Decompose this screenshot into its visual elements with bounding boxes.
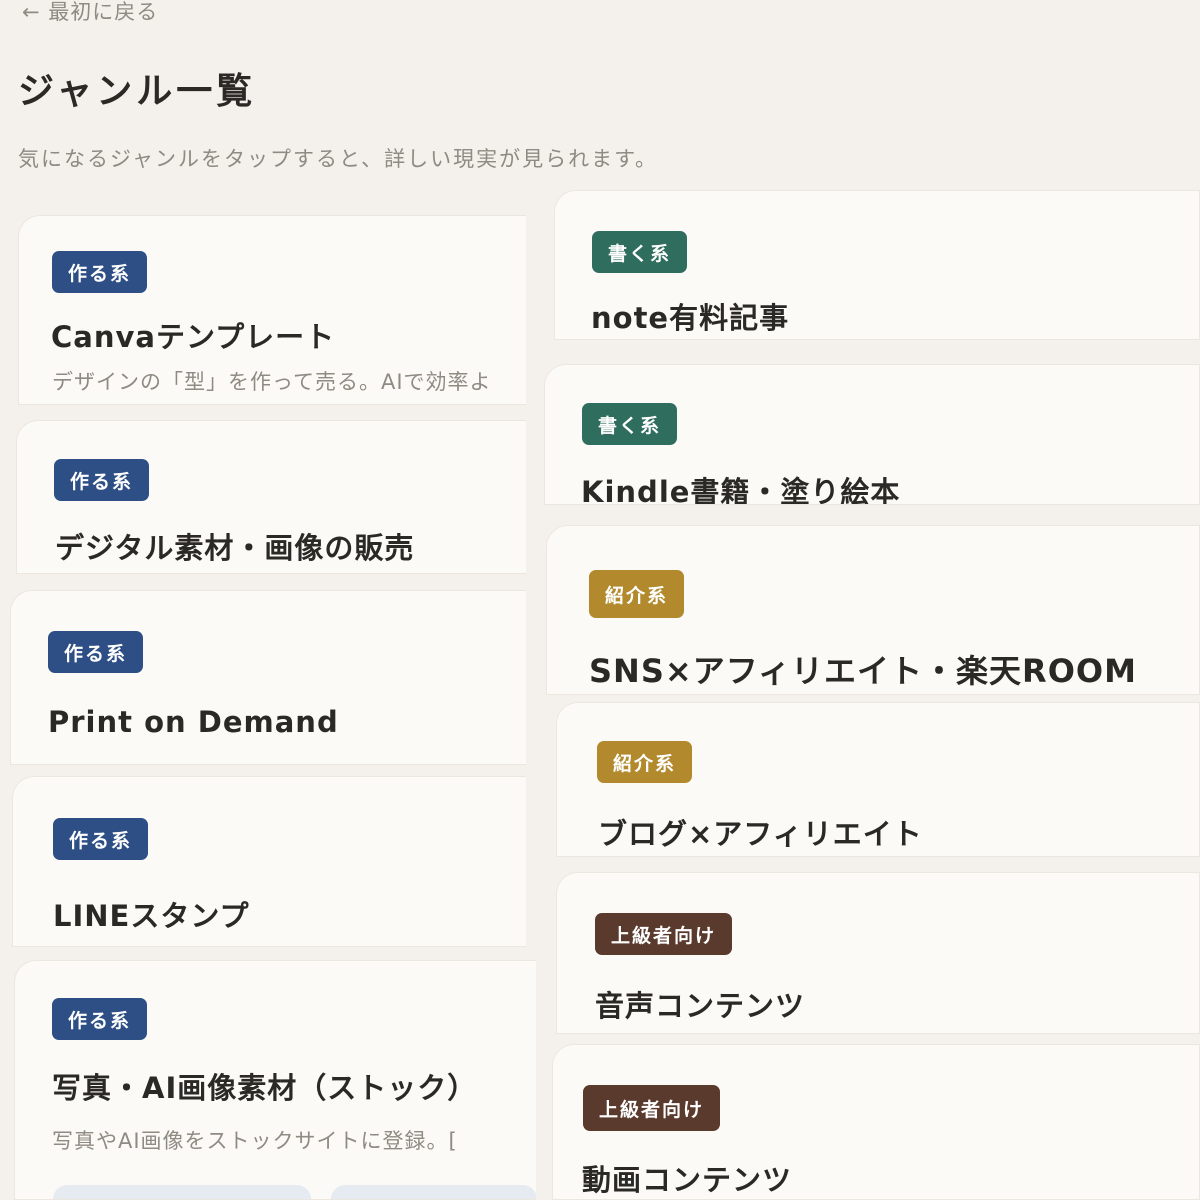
tag-chip — [53, 1185, 311, 1199]
genre-title: SNS×アフィリエイト・楽天ROOM — [589, 652, 1137, 690]
genre-title: デジタル素材・画像の販売 — [55, 531, 415, 565]
genre-card-sns-affiliate[interactable]: 紹介系 SNS×アフィリエイト・楽天ROOM — [546, 525, 1200, 695]
genre-badge: 上級者向け — [595, 913, 733, 955]
genre-description: 写真やAI画像をストックサイトに登録。[ — [52, 1129, 458, 1153]
genre-badge: 作る系 — [53, 818, 149, 860]
genre-title: note有料記事 — [591, 301, 790, 335]
tag-chip — [331, 1185, 536, 1199]
genre-description: デザインの「型」を作って売る。AIで効率よ — [52, 370, 492, 394]
genre-card-canva[interactable]: 作る系 Canvaテンプレート デザインの「型」を作って売る。AIで効率よ — [18, 215, 526, 405]
genre-card-kindle[interactable]: 書く系 Kindle書籍・塗り絵本 — [544, 364, 1200, 505]
genre-card-stock-photo[interactable]: 作る系 写真・AI画像素材（ストック） 写真やAI画像をストックサイトに登録。[ — [14, 960, 536, 1200]
page-description: 気になるジャンルをタップすると、詳しい現実が見られます。 — [18, 147, 659, 171]
genre-badge: 作る系 — [48, 631, 144, 673]
back-link[interactable]: ← 最初に戻る — [22, 0, 158, 26]
genre-card-digital-material[interactable]: 作る系 デジタル素材・画像の販売 — [16, 420, 526, 574]
genre-title: LINEスタンプ — [53, 899, 250, 933]
genre-card-line-stamp[interactable]: 作る系 LINEスタンプ — [12, 776, 526, 947]
genre-title: 音声コンテンツ — [595, 989, 806, 1023]
genre-card-video[interactable]: 上級者向け 動画コンテンツ — [552, 1044, 1200, 1200]
genre-title: Kindle書籍・塗り絵本 — [581, 475, 901, 505]
page-title: ジャンル一覧 — [18, 71, 257, 112]
genre-badge: 紹介系 — [589, 570, 685, 618]
genre-title: 動画コンテンツ — [582, 1163, 793, 1197]
genre-title: ブログ×アフィリエイト — [598, 817, 923, 851]
genre-badge: 作る系 — [52, 251, 148, 293]
genre-badge: 書く系 — [582, 403, 678, 445]
genre-badge: 作る系 — [54, 459, 150, 501]
genre-badge: 書く系 — [592, 231, 688, 273]
genre-title: Canvaテンプレート — [51, 320, 336, 354]
genre-title: Print on Demand — [48, 705, 339, 739]
genre-badge: 紹介系 — [597, 741, 693, 783]
genre-card-blog-affiliate[interactable]: 紹介系 ブログ×アフィリエイト — [556, 702, 1200, 857]
genre-title: 写真・AI画像素材（ストック） — [52, 1071, 478, 1105]
genre-card-audio[interactable]: 上級者向け 音声コンテンツ — [556, 872, 1200, 1034]
genre-card-print-on-demand[interactable]: 作る系 Print on Demand — [10, 590, 526, 765]
genre-badge: 上級者向け — [583, 1085, 721, 1131]
genre-badge: 作る系 — [52, 998, 148, 1040]
genre-card-note[interactable]: 書く系 note有料記事 — [554, 190, 1200, 340]
